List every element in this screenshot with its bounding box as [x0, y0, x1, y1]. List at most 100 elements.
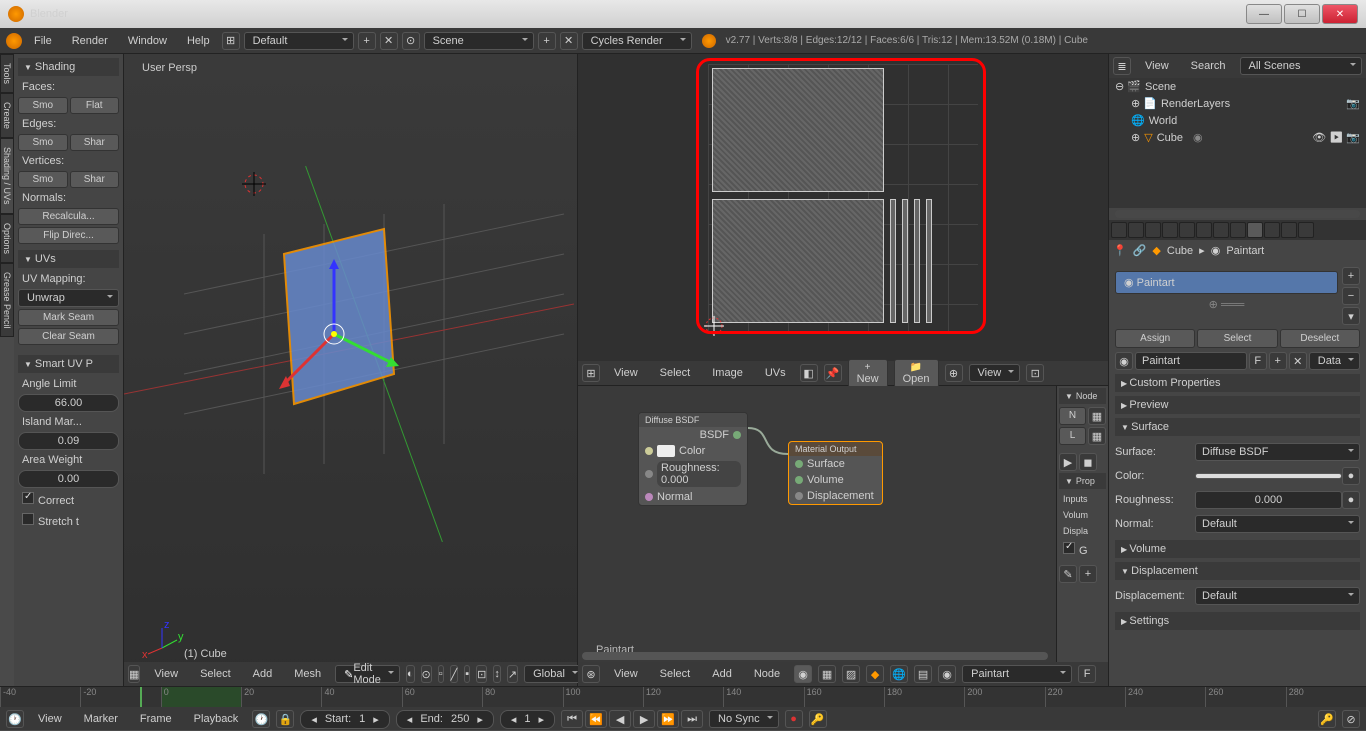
tab-modifiers[interactable] — [1213, 222, 1229, 238]
uv-image-editor[interactable]: ⊞ View Select Image UVs ◧ 📌 + New 📁 Open… — [578, 54, 1108, 386]
flip-direction-button[interactable]: Flip Direc... — [18, 227, 119, 244]
render-menu[interactable]: Render — [64, 32, 116, 50]
material-slot[interactable]: ◉ Paintart — [1115, 271, 1338, 294]
displacement-input-socket[interactable] — [795, 492, 803, 500]
bc-object[interactable]: Cube — [1167, 245, 1193, 257]
roughness-field[interactable]: 0.000 — [1195, 491, 1342, 509]
shading-panel-header[interactable]: Shading — [18, 58, 119, 76]
compositor-type-icon[interactable]: ▦ — [818, 665, 836, 683]
node-select-menu[interactable]: Select — [652, 665, 699, 683]
render-engine-dropdown[interactable]: Cycles Render — [582, 32, 692, 50]
outliner-type-icon[interactable]: ≣ — [1113, 57, 1131, 75]
play-reverse-button[interactable]: ◀ — [609, 710, 631, 728]
object-type-icon[interactable]: ◆ — [866, 665, 884, 683]
surface-input-socket[interactable] — [795, 460, 803, 468]
color-socket-icon[interactable]: ● — [1342, 467, 1360, 485]
faces-smooth-button[interactable]: Smo — [18, 97, 68, 114]
material-name-field[interactable]: Paintart — [1135, 352, 1247, 370]
add-scene-button[interactable]: + — [538, 32, 556, 50]
add-menu-3d[interactable]: Add — [245, 665, 281, 683]
screen-layout-dropdown[interactable]: Default — [244, 32, 354, 50]
smart-uv-header[interactable]: Smart UV P — [18, 355, 119, 373]
tab-options[interactable]: Options — [0, 214, 14, 263]
delete-layout-button[interactable]: ✕ — [380, 32, 398, 50]
edge-select-button[interactable]: ╱ — [450, 665, 459, 683]
node-view-menu[interactable]: View — [606, 665, 646, 683]
node-add-menu[interactable]: Add — [704, 665, 740, 683]
node-icon1[interactable]: ▦ — [1088, 407, 1106, 425]
node-label-field[interactable]: L — [1059, 427, 1086, 445]
bc-material[interactable]: Paintart — [1226, 245, 1264, 257]
uv-editor-type-icon[interactable]: ⊞ — [582, 364, 600, 382]
auto-keyframe-button[interactable]: 🕐 — [252, 710, 270, 728]
slot-menu-button[interactable]: ▾ — [1342, 307, 1360, 325]
layout-icon[interactable]: ⊞ — [222, 32, 240, 50]
node-node-menu[interactable]: Node — [746, 665, 788, 683]
play-icon[interactable]: ▶ — [1059, 453, 1077, 471]
play-button[interactable]: ▶ — [633, 710, 655, 728]
tab-material[interactable] — [1247, 222, 1263, 238]
scene-link-icon[interactable]: 🔗 — [1133, 244, 1147, 257]
sync-dropdown[interactable]: No Sync — [709, 710, 779, 728]
outliner-view-menu[interactable]: View — [1137, 57, 1177, 75]
help-menu[interactable]: Help — [179, 32, 218, 50]
material-dropdown[interactable]: Paintart — [962, 665, 1072, 683]
open-image-button[interactable]: 📁 Open — [894, 359, 939, 388]
tab-render-layers[interactable] — [1128, 222, 1144, 238]
surface-section[interactable]: Surface — [1115, 418, 1360, 436]
rec-icon[interactable]: ◼ — [1079, 453, 1097, 471]
angle-limit-field[interactable]: 66.00 — [18, 394, 119, 412]
uv-uvs-menu[interactable]: UVs — [757, 364, 794, 382]
mode-dropdown[interactable]: ✎ Edit Mode — [335, 665, 400, 683]
tab-data[interactable] — [1230, 222, 1246, 238]
node-scrollbar[interactable] — [582, 652, 1048, 660]
maximize-button[interactable]: ☐ — [1284, 4, 1320, 24]
tab-physics[interactable] — [1298, 222, 1314, 238]
vertices-sharp-button[interactable]: Shar — [70, 171, 120, 188]
vertices-smooth-button[interactable]: Smo — [18, 171, 68, 188]
outliner-filter-dropdown[interactable]: All Scenes — [1240, 57, 1362, 75]
tab-render[interactable] — [1111, 222, 1127, 238]
tab-particles[interactable] — [1281, 222, 1297, 238]
editor-type-icon[interactable]: ▦ — [128, 665, 140, 683]
faces-flat-button[interactable]: Flat — [70, 97, 120, 114]
lock-button[interactable]: 🔒 — [276, 710, 294, 728]
keyframe-insert-button[interactable]: 🔑 — [1318, 710, 1336, 728]
add-layout-button[interactable]: + — [358, 32, 376, 50]
timeline-marker-menu[interactable]: Marker — [76, 710, 126, 728]
edges-smooth-button[interactable]: Smo — [18, 134, 68, 151]
mesh-menu[interactable]: Mesh — [286, 665, 329, 683]
material-browse-icon[interactable]: ◉ — [1115, 352, 1133, 370]
tree-renderlayers[interactable]: ⊕ 📄 RenderLayers 📷 — [1109, 95, 1366, 112]
uv-display-icon[interactable]: ⊡ — [1026, 364, 1044, 382]
jump-start-button[interactable]: ⏮ — [561, 710, 583, 728]
shader-type-icon[interactable]: ◉ — [794, 665, 812, 683]
current-frame-field[interactable]: ◂1▸ — [500, 710, 555, 729]
volume-input-socket[interactable] — [795, 476, 803, 484]
edges-sharp-button[interactable]: Shar — [70, 134, 120, 151]
tab-shading-uvs[interactable]: Shading / UVs — [0, 138, 14, 214]
volume-section[interactable]: Volume — [1115, 540, 1360, 558]
world-type-icon[interactable]: 🌐 — [890, 665, 908, 683]
tab-scene[interactable] — [1145, 222, 1161, 238]
prop-section[interactable]: Prop — [1059, 473, 1106, 489]
select-button[interactable]: Select — [1197, 329, 1277, 348]
displacement-section[interactable]: Displacement — [1115, 562, 1360, 580]
pencil-icon[interactable]: ✎ — [1059, 565, 1077, 583]
record-button[interactable]: ● — [785, 710, 803, 728]
uv-select-menu[interactable]: Select — [652, 364, 699, 382]
timeline-view-menu[interactable]: View — [30, 710, 70, 728]
settings-section[interactable]: Settings — [1115, 612, 1360, 630]
viewport-shading-button[interactable]: ◐ — [406, 665, 415, 683]
uv-pin-icon[interactable]: 📌 — [824, 364, 842, 382]
uv-snap-icon[interactable]: ⊕ — [945, 364, 963, 382]
jump-end-button[interactable]: ⏭ — [681, 710, 703, 728]
uv-mode-icon[interactable]: ◧ — [800, 364, 818, 382]
add-icon[interactable]: + — [1079, 565, 1097, 583]
manipulator-translate[interactable]: ↗ — [507, 665, 518, 683]
recalculate-button[interactable]: Recalcula... — [18, 208, 119, 225]
fake-user-button[interactable]: F — [1078, 665, 1096, 683]
tree-world[interactable]: 🌐 World — [1109, 112, 1366, 129]
island-margin-field[interactable]: 0.09 — [18, 432, 119, 450]
end-frame-field[interactable]: ◂End:250▸ — [396, 710, 494, 729]
